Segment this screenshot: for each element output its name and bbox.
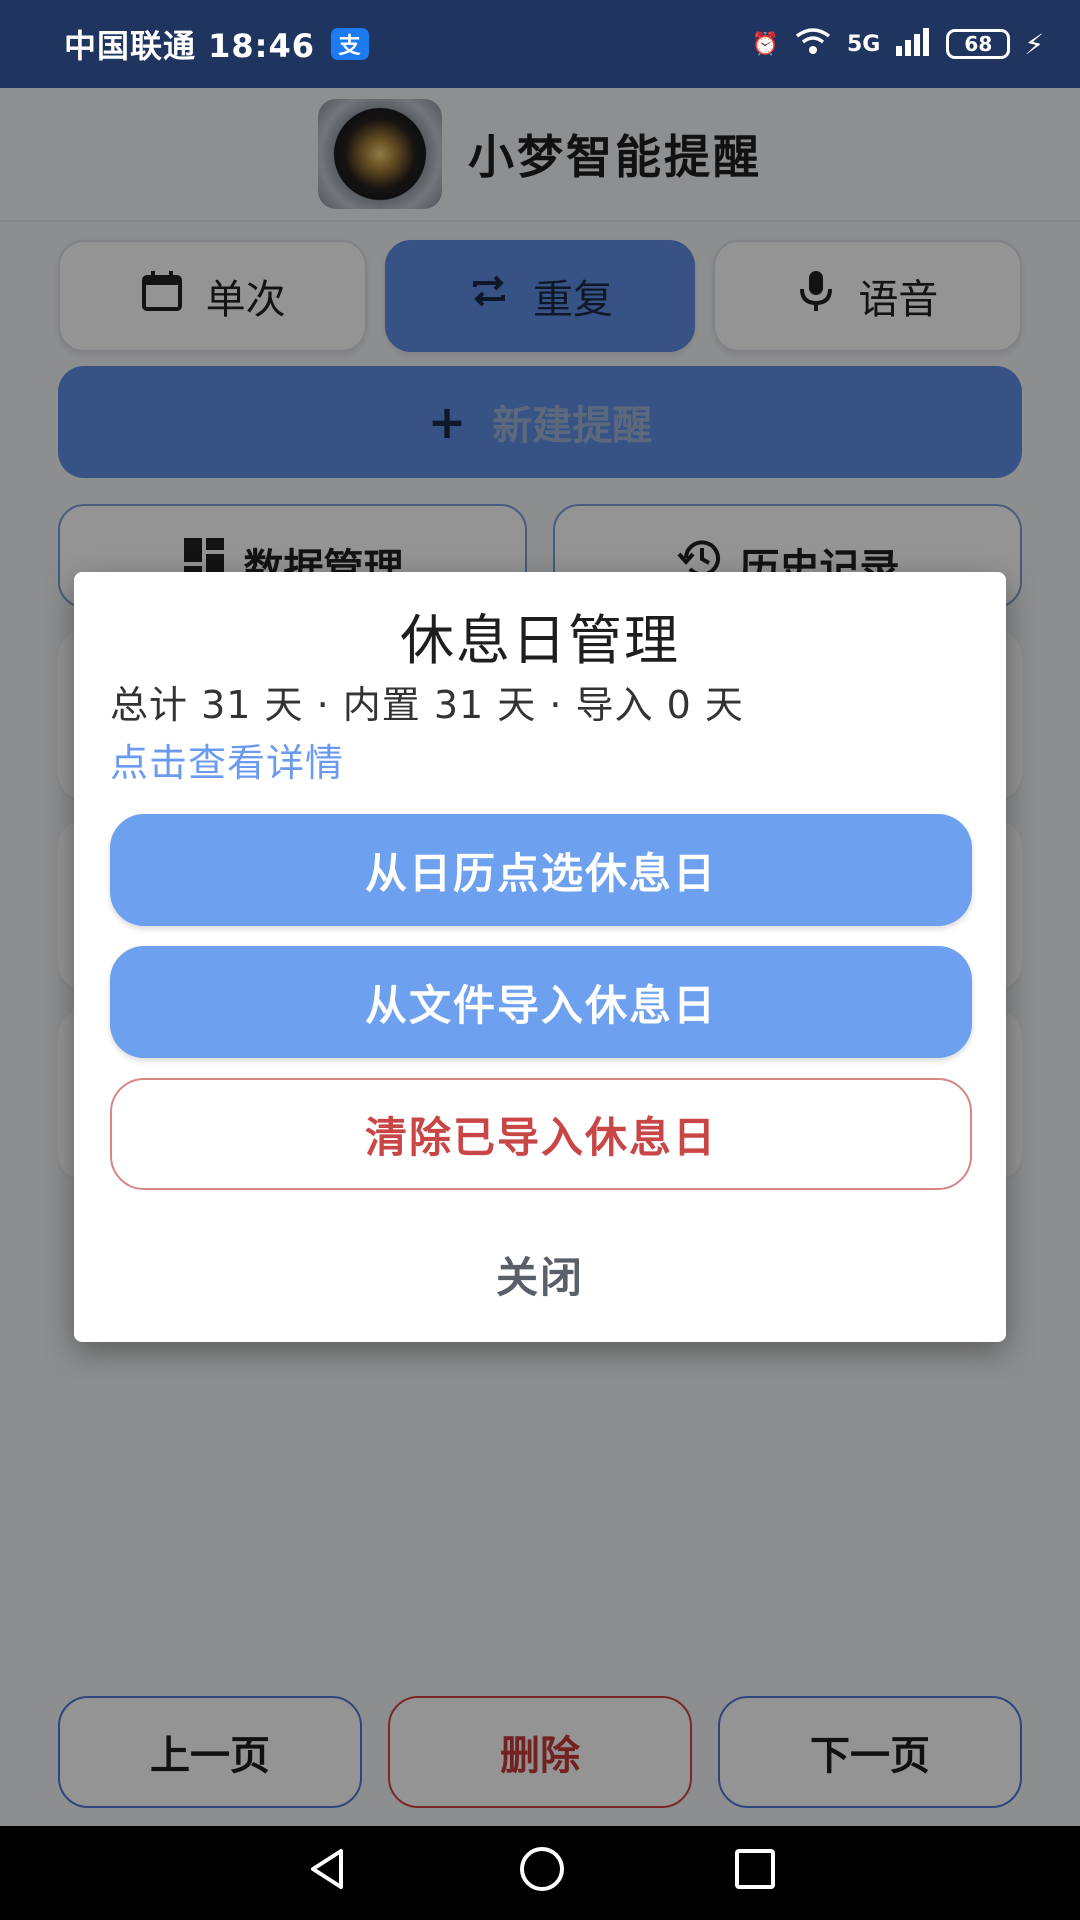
wifi-icon	[793, 26, 833, 62]
recents-icon[interactable]	[733, 1847, 777, 1899]
import-from-file-button[interactable]: 从文件导入休息日	[110, 946, 972, 1058]
close-button[interactable]: 关闭	[74, 1244, 1006, 1305]
view-details-link[interactable]: 点击查看详情	[110, 732, 344, 787]
home-icon[interactable]	[517, 1844, 567, 1902]
rest-day-dialog: 休息日管理 总计 31 天 · 内置 31 天 · 导入 0 天 点击查看详情 …	[74, 572, 1006, 1342]
battery-icon: 68	[946, 29, 1011, 59]
status-right: ⏰ 5G 68 ⚡	[752, 26, 1044, 62]
network-label: 5G	[846, 31, 881, 57]
alarm-icon: ⏰	[751, 31, 779, 57]
system-nav-bar	[0, 1826, 1080, 1920]
charging-icon: ⚡	[1024, 27, 1044, 61]
status-bar: 中国联通 18:46 支 ⏰ 5G 68 ⚡	[0, 0, 1080, 88]
pick-from-calendar-button[interactable]: 从日历点选休息日	[110, 814, 972, 926]
dialog-title: 休息日管理	[400, 609, 680, 672]
back-icon[interactable]	[303, 1845, 351, 1901]
alipay-icon: 支	[331, 28, 370, 60]
rest-day-stats: 总计 31 天 · 内置 31 天 · 导入 0 天	[110, 683, 744, 727]
clear-imported-button[interactable]: 清除已导入休息日	[110, 1078, 972, 1190]
signal-icon	[894, 26, 932, 62]
carrier-time: 中国联通 18:46	[64, 27, 316, 65]
status-left: 中国联通 18:46 支	[64, 21, 370, 67]
